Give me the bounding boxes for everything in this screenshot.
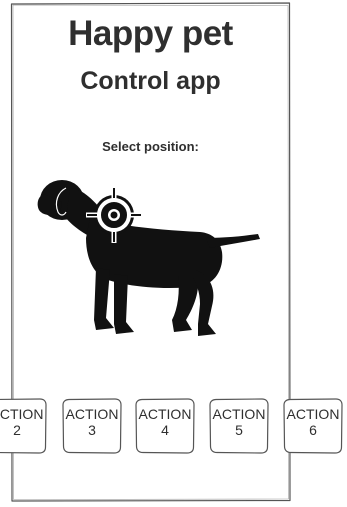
- action-button-row: ACTION 2 ACTION 3 ACTION 4: [0, 398, 347, 458]
- app-screen: Happy pet Control app Select position: C…: [0, 0, 347, 507]
- action-6-text: ACTION: [286, 406, 340, 422]
- action-3-number: 3: [88, 422, 96, 438]
- action-4-label: ACTION 4: [135, 406, 195, 438]
- app-title: Happy pet: [68, 14, 233, 53]
- action-2-label: ACTION 2: [0, 406, 47, 438]
- select-position-label: Select position:: [102, 139, 199, 154]
- action-2-button[interactable]: ACTION 2: [0, 398, 47, 454]
- dog-silhouette: [37, 180, 260, 336]
- action-4-text: ACTION: [138, 406, 192, 422]
- action-3-label: ACTION 3: [62, 406, 122, 438]
- action-3-text: ACTION: [65, 406, 119, 422]
- action-6-number: 6: [309, 422, 317, 438]
- action-2-number: 2: [13, 422, 21, 438]
- action-6-label: ACTION 6: [283, 406, 343, 438]
- action-2-text: ACTION: [0, 406, 44, 422]
- action-3-button[interactable]: ACTION 3: [62, 398, 122, 454]
- action-4-button[interactable]: ACTION 4: [135, 398, 195, 454]
- dog-position-selector[interactable]: [30, 172, 270, 344]
- action-6-button[interactable]: ACTION 6: [283, 398, 343, 454]
- action-5-label: ACTION 5: [209, 406, 269, 438]
- action-5-button[interactable]: ACTION 5: [209, 398, 269, 454]
- action-5-text: ACTION: [212, 406, 266, 422]
- action-4-number: 4: [161, 422, 169, 438]
- action-5-number: 5: [235, 422, 243, 438]
- app-subtitle: Control app: [80, 67, 221, 95]
